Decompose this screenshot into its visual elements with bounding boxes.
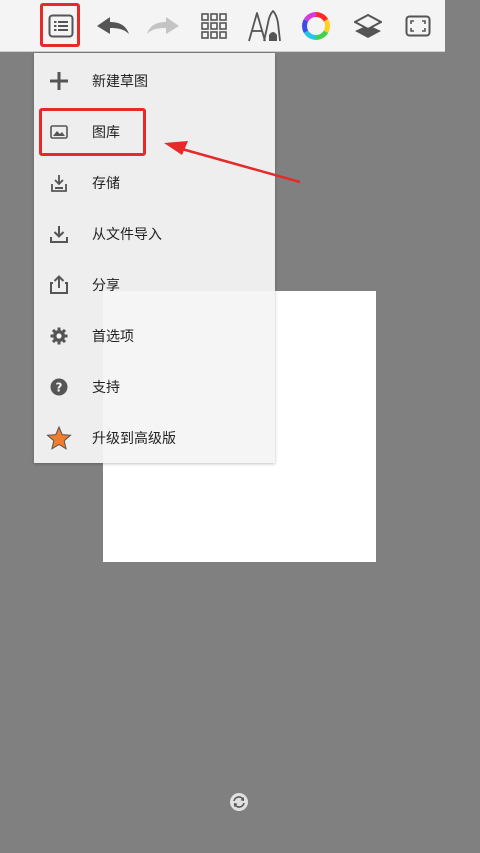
brush-pen-icon[interactable] xyxy=(239,0,289,51)
menu-item-support[interactable]: ? 支持 xyxy=(34,361,275,412)
menu-item-label: 分享 xyxy=(92,277,120,294)
plus-icon xyxy=(46,68,72,94)
menu-item-upgrade[interactable]: 升级到高级版 xyxy=(34,412,275,463)
sync-icon[interactable] xyxy=(229,792,249,812)
grid-icon[interactable] xyxy=(189,0,239,51)
menu-item-new-sketch[interactable]: 新建草图 xyxy=(34,55,275,106)
color-wheel-icon[interactable] xyxy=(291,0,341,51)
menu-item-label: 支持 xyxy=(92,379,120,396)
menu-item-label: 从文件导入 xyxy=(92,226,162,243)
redo-icon[interactable] xyxy=(138,0,188,51)
menu-item-import[interactable]: 从文件导入 xyxy=(34,208,275,259)
fullscreen-icon[interactable] xyxy=(393,0,443,51)
svg-text:?: ? xyxy=(56,380,63,394)
menu-item-label: 首选项 xyxy=(92,328,134,345)
menu-item-share[interactable]: 分享 xyxy=(34,259,275,310)
menu-item-label: 新建草图 xyxy=(92,73,148,90)
share-icon xyxy=(46,272,72,298)
annotation-arrow xyxy=(164,141,301,184)
save-icon xyxy=(46,170,72,196)
undo-icon[interactable] xyxy=(88,0,138,51)
star-icon xyxy=(46,425,72,451)
import-icon xyxy=(46,221,72,247)
menu-item-preferences[interactable]: 首选项 xyxy=(34,310,275,361)
gallery-highlight xyxy=(39,108,146,156)
gear-icon xyxy=(46,323,72,349)
menu-item-label: 存储 xyxy=(92,175,120,192)
menu-item-label: 升级到高级版 xyxy=(92,430,176,447)
menu-button-highlight xyxy=(40,3,80,47)
layers-icon[interactable] xyxy=(343,0,393,51)
help-icon: ? xyxy=(46,374,72,400)
